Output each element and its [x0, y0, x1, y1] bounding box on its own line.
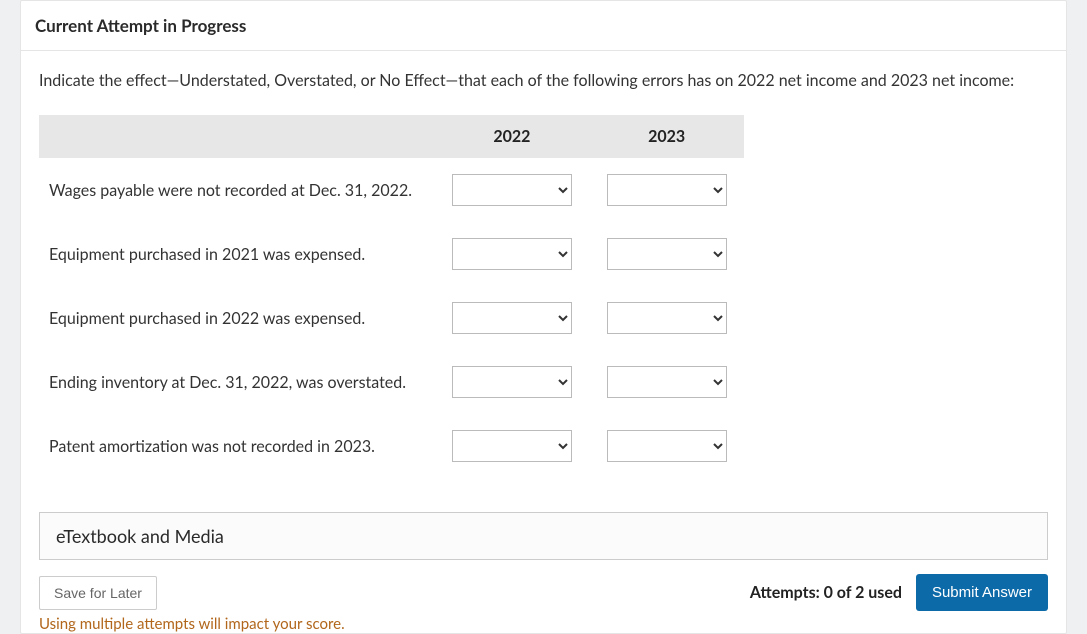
row-label: Wages payable were not recorded at Dec. …: [39, 158, 435, 222]
etextbook-panel[interactable]: eTextbook and Media: [39, 512, 1048, 560]
answer-select-row3-2023[interactable]: UnderstatedOverstatedNo Effect: [607, 302, 727, 334]
row-label: Equipment purchased in 2022 was expensed…: [39, 286, 435, 350]
table-row: Ending inventory at Dec. 31, 2022, was o…: [39, 350, 744, 414]
score-warning: Using multiple attempts will impact your…: [39, 611, 1048, 633]
answer-select-row4-2022[interactable]: UnderstatedOverstatedNo Effect: [452, 366, 572, 398]
question-table: 2022 2023 Wages payable were not recorde…: [39, 115, 744, 478]
table-row: Patent amortization was not recorded in …: [39, 414, 744, 478]
answer-select-row2-2022[interactable]: UnderstatedOverstatedNo Effect: [452, 238, 572, 270]
table-row: Wages payable were not recorded at Dec. …: [39, 158, 744, 222]
answer-select-row5-2022[interactable]: UnderstatedOverstatedNo Effect: [452, 430, 572, 462]
table-row: Equipment purchased in 2022 was expensed…: [39, 286, 744, 350]
table-header-blank: [39, 115, 435, 158]
answer-select-row3-2022[interactable]: UnderstatedOverstatedNo Effect: [452, 302, 572, 334]
answer-select-row2-2023[interactable]: UnderstatedOverstatedNo Effect: [607, 238, 727, 270]
answer-select-row5-2023[interactable]: UnderstatedOverstatedNo Effect: [607, 430, 727, 462]
row-label: Patent amortization was not recorded in …: [39, 414, 435, 478]
question-instructions: Indicate the effect—Understated, Oversta…: [39, 69, 1048, 93]
answer-select-row1-2022[interactable]: UnderstatedOverstatedNo Effect: [452, 174, 572, 206]
answer-select-row4-2023[interactable]: UnderstatedOverstatedNo Effect: [607, 366, 727, 398]
table-row: Equipment purchased in 2021 was expensed…: [39, 222, 744, 286]
row-label: Ending inventory at Dec. 31, 2022, was o…: [39, 350, 435, 414]
attempts-text: Attempts: 0 of 2 used: [750, 583, 902, 602]
table-header-year2: 2023: [589, 115, 744, 158]
save-for-later-button[interactable]: Save for Later: [39, 576, 157, 610]
section-title: Current Attempt in Progress: [21, 1, 1066, 51]
row-label: Equipment purchased in 2021 was expensed…: [39, 222, 435, 286]
footer-row: Save for Later Attempts: 0 of 2 used Sub…: [39, 560, 1048, 611]
table-header-year1: 2022: [435, 115, 590, 158]
answer-select-row1-2023[interactable]: UnderstatedOverstatedNo Effect: [607, 174, 727, 206]
submit-answer-button[interactable]: Submit Answer: [916, 574, 1048, 611]
